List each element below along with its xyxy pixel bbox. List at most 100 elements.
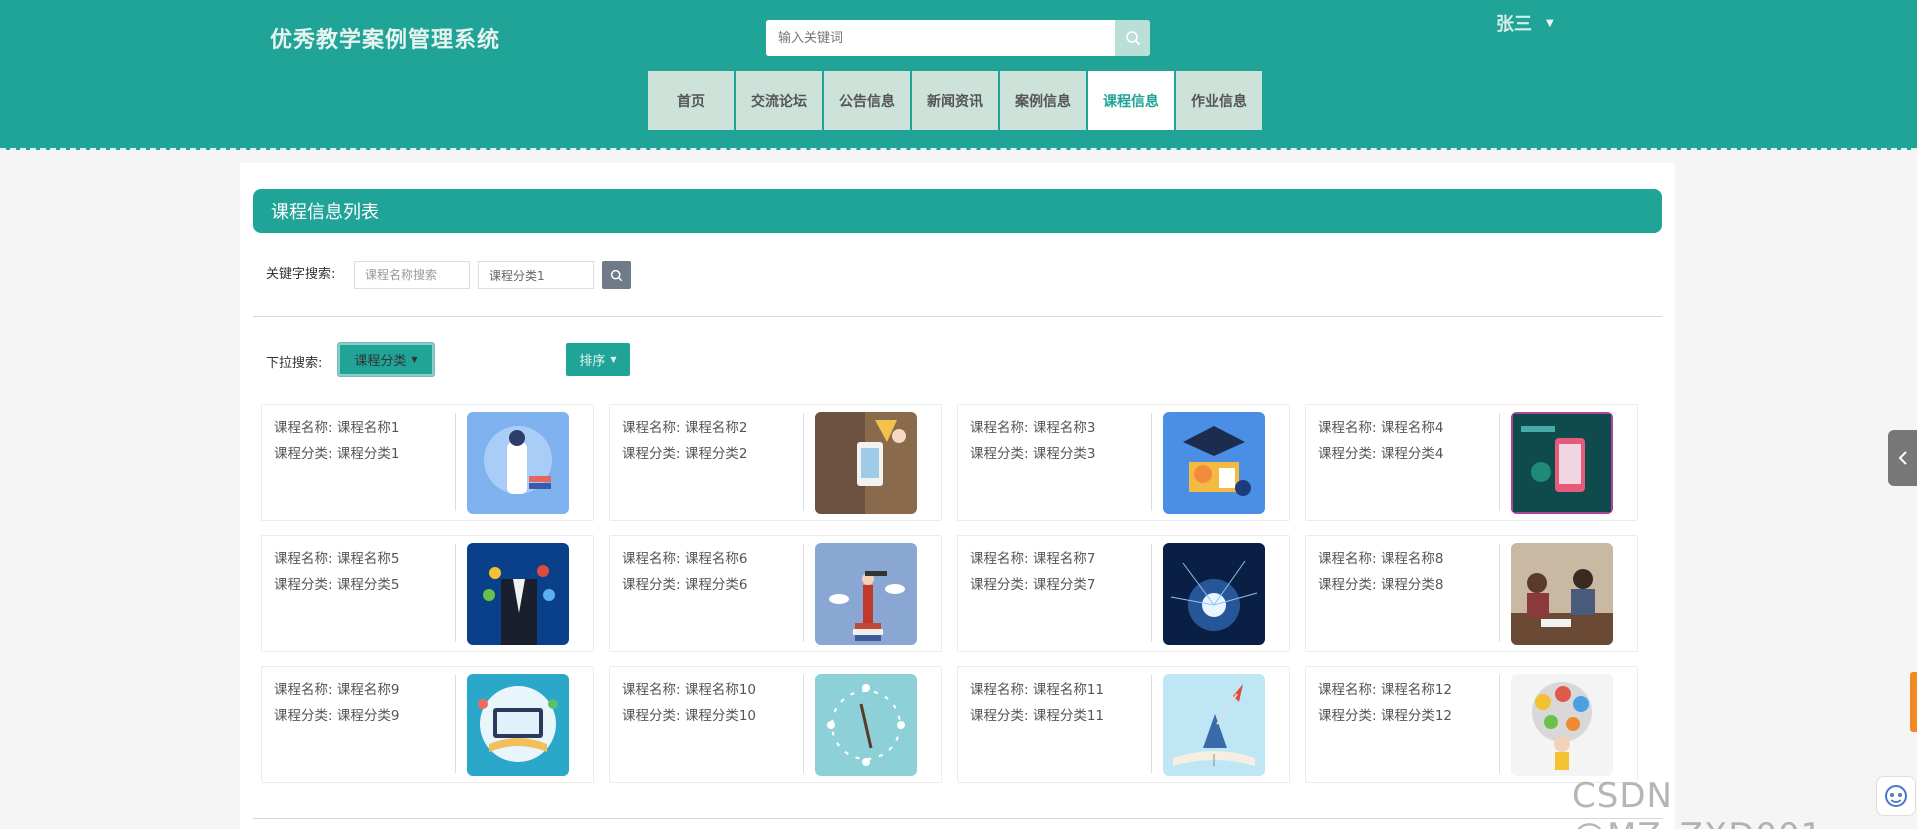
nav-item-home[interactable]: 首页 (648, 71, 734, 130)
course-name: 课程名称: 课程名称1 (274, 420, 400, 436)
card-separator (1499, 544, 1500, 642)
course-card[interactable]: 课程名称: 课程名称3 课程分类: 课程分类3 (957, 404, 1290, 521)
nav-item-announcements[interactable]: 公告信息 (824, 71, 910, 130)
divider (253, 818, 1662, 819)
course-category: 课程分类: 课程分类4 (1318, 446, 1444, 462)
course-card[interactable]: 课程名称: 课程名称8 课程分类: 课程分类8 (1305, 535, 1638, 652)
course-info: 课程名称: 课程名称12 课程分类: 课程分类12 (1318, 677, 1452, 729)
card-separator (1499, 413, 1500, 511)
global-search-input[interactable] (766, 20, 1114, 56)
course-thumbnail[interactable] (1511, 674, 1613, 776)
course-category: 课程分类: 课程分类9 (274, 708, 400, 724)
course-name-search-input[interactable] (354, 261, 470, 289)
caret-down-icon: ▼ (610, 355, 617, 364)
category-dropdown-label: 课程分类 (354, 354, 407, 369)
course-thumbnail[interactable] (815, 412, 917, 514)
nav-item-cases[interactable]: 案例信息 (1000, 71, 1086, 130)
course-info: 课程名称: 课程名称7 课程分类: 课程分类7 (970, 546, 1095, 598)
side-panel-toggle[interactable] (1888, 430, 1917, 486)
user-menu[interactable]: 张三 ▼ (1496, 10, 1554, 36)
course-category: 课程分类: 课程分类7 (970, 577, 1096, 593)
course-info: 课程名称: 课程名称11 课程分类: 课程分类11 (970, 677, 1104, 729)
course-card[interactable]: 课程名称: 课程名称2 课程分类: 课程分类2 (609, 404, 942, 521)
course-name: 课程名称: 课程名称7 (970, 551, 1096, 567)
course-name: 课程名称: 课程名称8 (1318, 551, 1444, 567)
keyword-search-label: 关键字搜索: (266, 267, 336, 282)
course-card[interactable]: 课程名称: 课程名称10 课程分类: 课程分类10 (609, 666, 942, 783)
course-info: 课程名称: 课程名称10 课程分类: 课程分类10 (622, 677, 756, 729)
course-category: 课程分类: 课程分类5 (274, 577, 400, 593)
dropdown-search-label: 下拉搜索: (266, 356, 323, 371)
course-category: 课程分类: 课程分类2 (622, 446, 748, 462)
user-name: 张三 (1496, 14, 1532, 35)
global-search-button[interactable] (1115, 20, 1150, 56)
chevron-left-icon (1898, 451, 1907, 465)
card-separator (803, 675, 804, 773)
card-separator (1151, 413, 1152, 511)
course-card[interactable]: 课程名称: 课程名称7 课程分类: 课程分类7 (957, 535, 1290, 652)
assistant-icon (1885, 785, 1907, 807)
watermark: CSDN @MZ_ZXD001 (1572, 776, 1822, 829)
course-category: 课程分类: 课程分类11 (970, 708, 1105, 724)
course-info: 课程名称: 课程名称3 课程分类: 课程分类3 (970, 415, 1095, 467)
course-info: 课程名称: 课程名称9 课程分类: 课程分类9 (274, 677, 399, 729)
course-card[interactable]: 课程名称: 课程名称1 课程分类: 课程分类1 (261, 404, 594, 521)
scroll-indicator[interactable] (1910, 672, 1917, 732)
course-card[interactable]: 课程名称: 课程名称12 课程分类: 课程分类12 (1305, 666, 1638, 783)
floating-assistant-button[interactable] (1876, 776, 1916, 816)
course-card[interactable]: 课程名称: 课程名称5 课程分类: 课程分类5 (261, 535, 594, 652)
keyword-search-button[interactable] (602, 261, 631, 289)
course-name: 课程名称: 课程名称11 (970, 682, 1105, 698)
course-card[interactable]: 课程名称: 课程名称6 课程分类: 课程分类6 (609, 535, 942, 652)
nav-item-forum[interactable]: 交流论坛 (736, 71, 822, 130)
course-card[interactable]: 课程名称: 课程名称9 课程分类: 课程分类9 (261, 666, 594, 783)
course-name: 课程名称: 课程名称5 (274, 551, 400, 567)
course-thumbnail[interactable] (1511, 543, 1613, 645)
category-dropdown-button[interactable]: 课程分类 ▼ (338, 343, 434, 376)
course-grid: 课程名称: 课程名称1 课程分类: 课程分类1 课程名称: 课程名称2 课程分类… (261, 404, 1638, 783)
course-name: 课程名称: 课程名称4 (1318, 420, 1444, 436)
search-icon (610, 269, 623, 281)
card-separator (1151, 675, 1152, 773)
course-info: 课程名称: 课程名称4 课程分类: 课程分类4 (1318, 415, 1443, 467)
course-category-search-input[interactable] (478, 261, 594, 289)
course-category: 课程分类: 课程分类3 (970, 446, 1096, 462)
course-category: 课程分类: 课程分类10 (622, 708, 757, 724)
course-thumbnail[interactable] (1163, 543, 1265, 645)
nav-item-news[interactable]: 新闻资讯 (912, 71, 998, 130)
course-name: 课程名称: 课程名称6 (622, 551, 748, 567)
course-thumbnail[interactable] (1163, 674, 1265, 776)
site-title: 优秀教学案例管理系统 (270, 28, 501, 53)
course-card[interactable]: 课程名称: 课程名称11 课程分类: 课程分类11 (957, 666, 1290, 783)
course-thumbnail[interactable] (1511, 412, 1613, 514)
course-thumbnail[interactable] (815, 674, 917, 776)
main-panel: 课程信息列表 关键字搜索: 下拉搜索: 课程分类 ▼ 排序 ▼ 课程名称: 课程… (240, 163, 1675, 829)
card-separator (455, 544, 456, 642)
search-icon (1125, 31, 1140, 46)
sort-dropdown-label: 排序 (579, 354, 606, 369)
course-name: 课程名称: 课程名称9 (274, 682, 400, 698)
course-thumbnail[interactable] (467, 412, 569, 514)
course-info: 课程名称: 课程名称5 课程分类: 课程分类5 (274, 546, 399, 598)
course-info: 课程名称: 课程名称6 课程分类: 课程分类6 (622, 546, 747, 598)
card-separator (455, 675, 456, 773)
course-thumbnail[interactable] (815, 543, 917, 645)
course-info: 课程名称: 课程名称1 课程分类: 课程分类1 (274, 415, 399, 467)
course-thumbnail[interactable] (467, 674, 569, 776)
caret-down-icon: ▼ (411, 355, 418, 364)
course-thumbnail[interactable] (1163, 412, 1265, 514)
nav-item-homework[interactable]: 作业信息 (1176, 71, 1262, 130)
course-category: 课程分类: 课程分类1 (274, 446, 400, 462)
card-separator (1499, 675, 1500, 773)
sort-dropdown-button[interactable]: 排序 ▼ (566, 343, 630, 376)
course-thumbnail[interactable] (467, 543, 569, 645)
card-separator (1151, 544, 1152, 642)
nav-item-courses[interactable]: 课程信息 (1088, 71, 1174, 130)
course-info: 课程名称: 课程名称8 课程分类: 课程分类8 (1318, 546, 1443, 598)
divider (253, 316, 1662, 317)
global-search (766, 20, 1150, 56)
course-card[interactable]: 课程名称: 课程名称4 课程分类: 课程分类4 (1305, 404, 1638, 521)
main-nav: 首页 交流论坛 公告信息 新闻资讯 案例信息 课程信息 作业信息 (648, 71, 1262, 130)
card-separator (455, 413, 456, 511)
course-name: 课程名称: 课程名称12 (1318, 682, 1453, 698)
